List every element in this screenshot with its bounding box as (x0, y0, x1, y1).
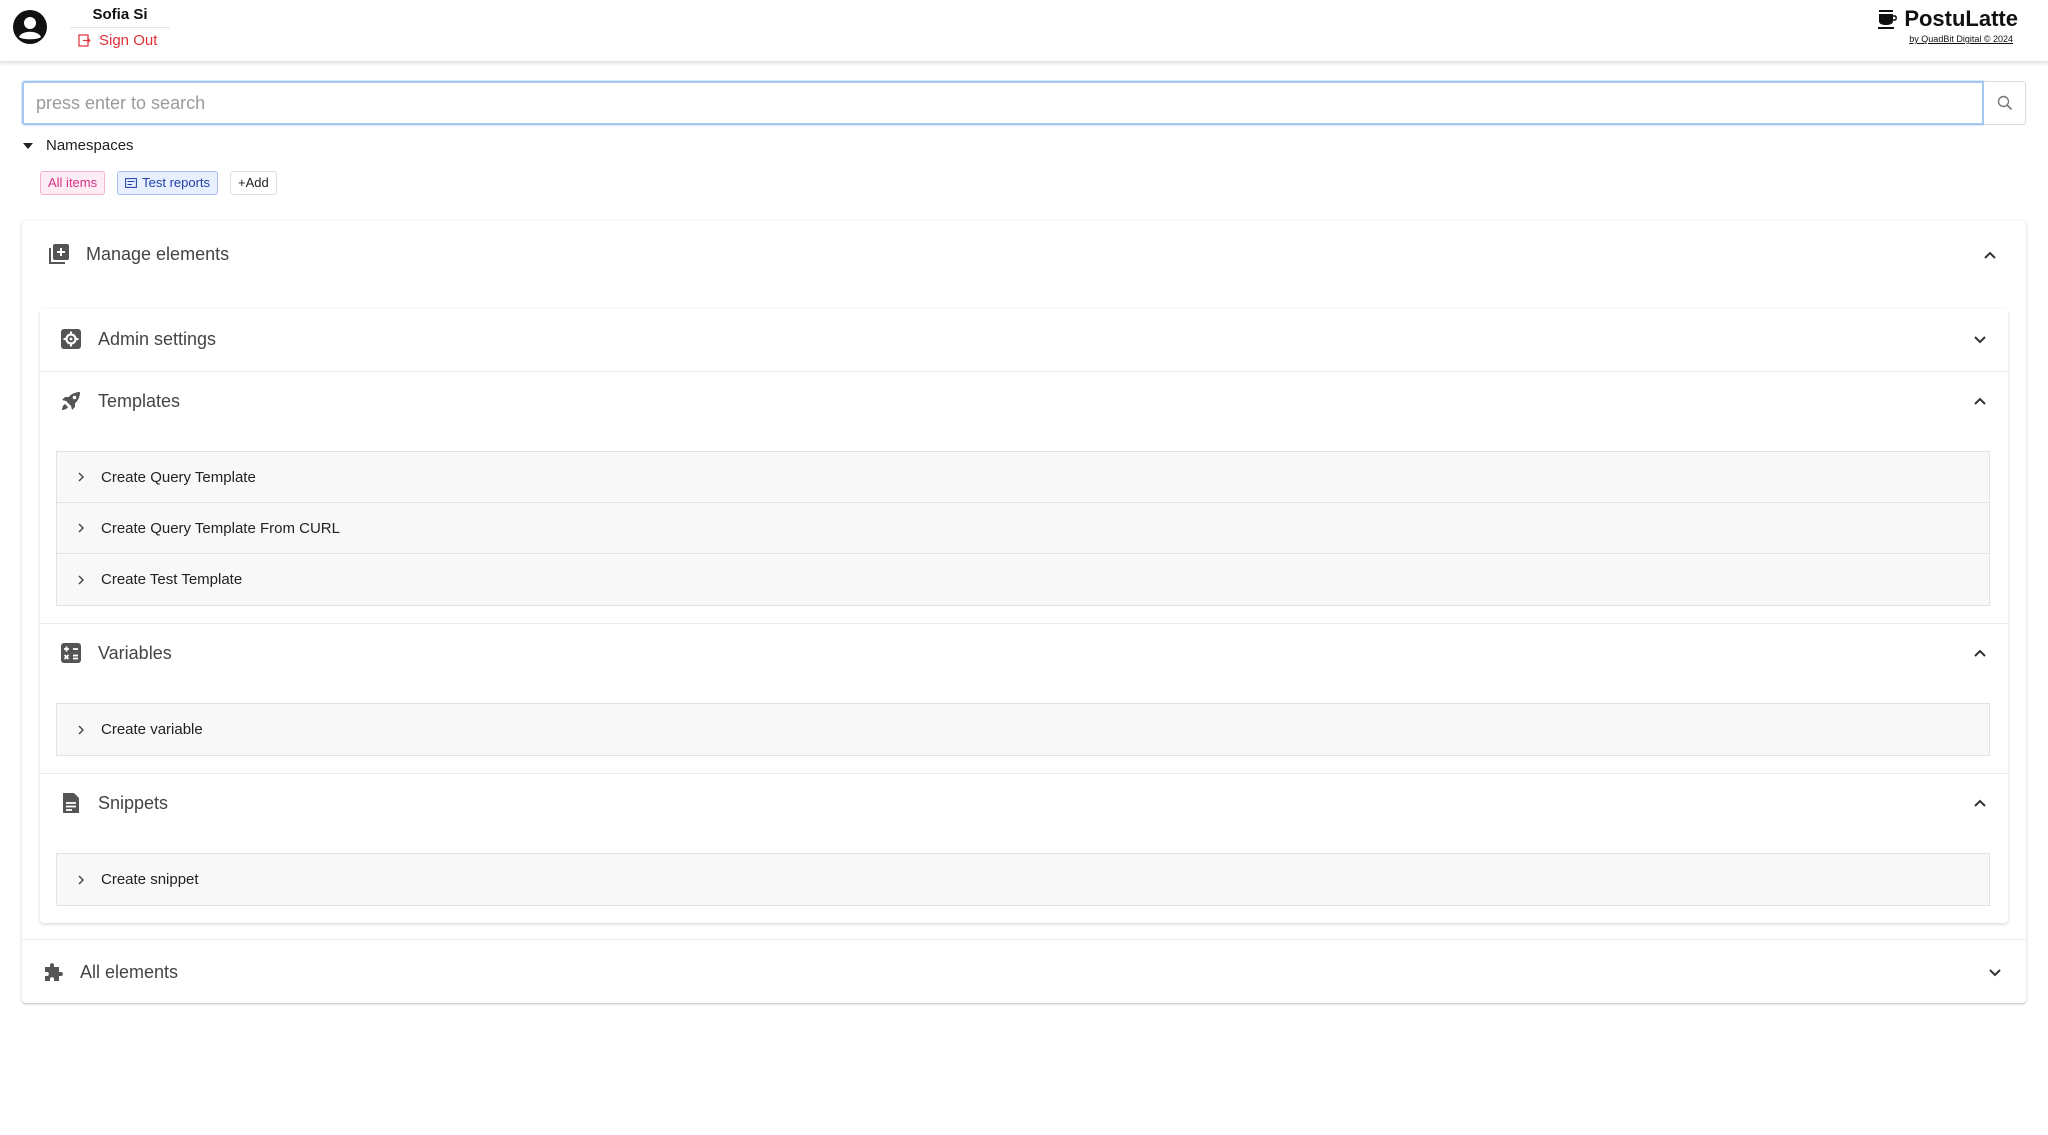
chevron-right-icon (77, 522, 87, 534)
list-item-create-variable[interactable]: Create variable (57, 704, 1989, 755)
namespaces-toggle[interactable]: Namespaces (22, 137, 134, 154)
manage-elements-title: Manage elements (86, 243, 230, 264)
chevron-down-icon[interactable] (1985, 962, 2005, 982)
search-input[interactable] (22, 81, 1984, 125)
admin-settings-icon (58, 326, 84, 352)
list-item-create-query-template[interactable]: Create Query Template (57, 452, 1989, 503)
namespace-tag-label: Test reports (142, 175, 211, 190)
list-item-create-snippet[interactable]: Create snippet (57, 854, 1989, 905)
section-divider (40, 371, 2008, 372)
templates-header[interactable]: Templates (58, 381, 180, 421)
all-elements-title: All elements (80, 961, 179, 982)
section-divider (22, 939, 2026, 940)
rocket-icon (58, 388, 84, 414)
chevron-down-icon[interactable] (1970, 329, 1990, 349)
list-item-label: Create variable (101, 721, 203, 738)
chevron-up-icon[interactable] (1970, 391, 1990, 411)
list-item-label: Create snippet (101, 871, 199, 888)
caret-down-icon (23, 142, 33, 149)
coffee-cup-icon (1878, 10, 1898, 29)
manage-elements-header[interactable]: Manage elements (46, 241, 229, 267)
add-namespace-button[interactable]: +Add (230, 171, 277, 195)
chevron-right-icon (77, 471, 87, 483)
snippets-header[interactable]: Snippets (58, 783, 168, 823)
chevron-up-icon[interactable] (1980, 245, 2000, 265)
sign-out-label: Sign Out (99, 32, 158, 49)
namespace-tags: All items Test reports +Add (40, 171, 277, 195)
list-item-label: Create Query Template From CURL (101, 519, 340, 537)
templates-title: Templates (98, 390, 181, 411)
chevron-right-icon (77, 574, 87, 586)
namespace-tag-label: All items (48, 175, 98, 190)
sign-out-icon (78, 34, 91, 47)
section-divider (40, 773, 2008, 774)
namespace-tag-all-items[interactable]: All items (40, 171, 106, 195)
namespaces-label: Namespaces (46, 137, 134, 154)
snippets-title: Snippets (98, 792, 169, 813)
search-icon (1997, 95, 2012, 111)
list-item-label: Create Query Template (101, 468, 256, 486)
all-elements-header[interactable]: All elements (40, 950, 178, 994)
add-namespace-label: +Add (238, 175, 269, 190)
manage-sections: Admin settings Templates Create Query Te… (40, 309, 2008, 923)
search-button[interactable] (1984, 81, 2026, 125)
snippets-list: Create snippet (56, 853, 1990, 906)
user-block: Sofia Si Sign Out (70, 6, 170, 49)
brand-name: PostuLatte (1904, 6, 2018, 31)
list-item-create-test-template[interactable]: Create Test Template (57, 554, 1989, 605)
app-header: Sofia Si Sign Out PostuLatte by QuadBit … (0, 0, 2048, 62)
brand-subtitle[interactable]: by QuadBit Digital © 2024 (1858, 34, 2013, 44)
document-icon (58, 790, 84, 816)
variables-header[interactable]: Variables (58, 633, 172, 673)
list-item-label: Create Test Template (101, 571, 243, 588)
sign-out-button[interactable]: Sign Out (70, 32, 170, 49)
manage-elements-panel: Manage elements Admin settings Templates… (22, 221, 2026, 1003)
user-avatar-icon[interactable] (12, 9, 48, 45)
puzzle-icon (40, 959, 66, 985)
variables-title: Variables (98, 642, 172, 663)
admin-settings-title: Admin settings (98, 328, 217, 349)
templates-list: Create Query Template Create Query Templ… (56, 451, 1990, 606)
chevron-right-icon (77, 874, 87, 886)
user-name: Sofia Si (70, 6, 170, 28)
chevron-right-icon (77, 724, 87, 736)
chevron-up-icon[interactable] (1970, 793, 1990, 813)
namespace-tag-test-reports[interactable]: Test reports (117, 171, 219, 195)
report-icon (125, 178, 138, 188)
brand: PostuLatte by QuadBit Digital © 2024 (1858, 6, 2018, 44)
admin-settings-header[interactable]: Admin settings (58, 319, 216, 359)
library-add-icon (46, 241, 72, 267)
section-divider (40, 623, 2008, 624)
chevron-up-icon[interactable] (1970, 643, 1990, 663)
list-item-create-query-template-from-curl[interactable]: Create Query Template From CURL (57, 503, 1989, 554)
variables-list: Create variable (56, 703, 1990, 756)
search-bar (22, 81, 2026, 125)
calculate-icon (58, 640, 84, 666)
